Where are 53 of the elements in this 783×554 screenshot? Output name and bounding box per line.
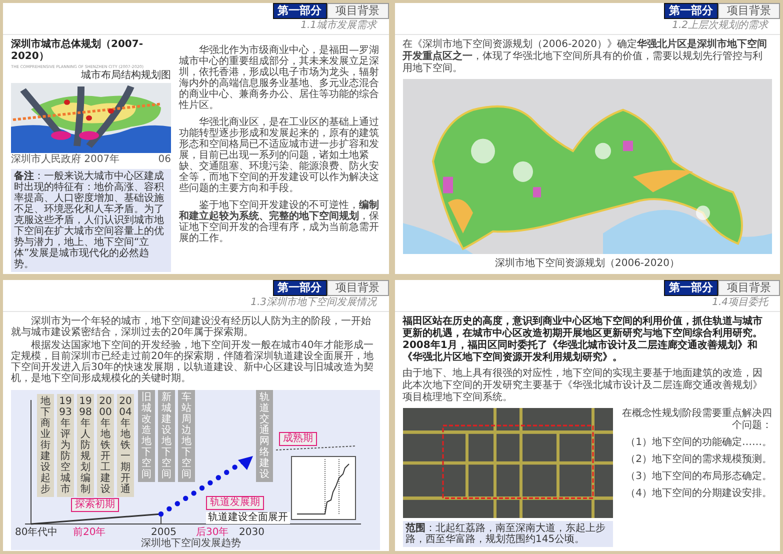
phase-label: 轨道交通网络建设	[256, 390, 273, 482]
paragraph: 福田区站在历史的高度，意识到商业中心区地下空间的利用价值，抓住轨道与城市更新的机遇，在城市中心区改造初期开展地区更新研究与地下空间综合利用研究。2008年1月，福田区同时委托了《华强北城市设计及二层连廊交通改善规划》和《华强北片区地下空间资源开发利用规划研究》。	[402, 316, 764, 364]
milestone-label: 2004年地铁一期开通	[117, 394, 134, 497]
axis-tick-label: 80年代中	[15, 527, 58, 538]
milestone-label: 地下商业街建设起步	[37, 394, 54, 497]
axis-tick-label: 2030	[239, 527, 264, 538]
axis-tick-label: 2005	[151, 527, 176, 538]
milestone-label: 1993年评为防空城市	[57, 394, 74, 497]
question-item: （3）地下空间的布局形态确定。	[626, 471, 772, 483]
section-title: 项目背景	[326, 3, 388, 19]
chart-caption: 深圳地下空间发展趋势	[141, 538, 241, 550]
section-title: 项目背景	[326, 280, 388, 296]
section-tag: 第一部分	[664, 3, 718, 19]
period-label: 前20年	[73, 527, 106, 538]
map-label: 城市布局结构规划图	[81, 70, 171, 82]
section-tag: 第一部分	[272, 3, 326, 19]
map-title: 深圳市城市总体规划（2007-2020）	[11, 39, 144, 63]
question-item: （4）地下空间的分期建设安排。	[626, 488, 772, 500]
phase-label: 旧城改造地下空间	[138, 390, 155, 482]
paragraph: 华强北作为市级商业中心，是福田—罗湖城市中心的重要组成部分，其未来发展立足深圳，依托香港，形成以电子市场为龙头，辐射海内外的高端信息服务业基地、多元业态混合的商业中心、兼商务办公、居住等功能的综合性片区。	[179, 45, 380, 111]
phase-label: 车站周边地下空间	[178, 390, 195, 482]
paragraph: 根据发达国家地下空间的开发经验，地下空间开发一般在城市40年才能形成一定规模，目前深圳市已经走过前20年的探索期，伴随着深圳轨道建设全面展开，地下空间开发进入后30年的快速发展期，以轨道建设、新中心区建设与旧城改造为契机，是地下空间形成规模化的关键时期。	[11, 340, 375, 384]
stage-label: 成熟期	[279, 432, 317, 446]
map-caption: 深圳市地下空间资源规划（2006-2020）	[494, 258, 680, 270]
milestone-label: 1998年人防规划编制	[77, 394, 94, 497]
page-number: 06	[158, 154, 171, 166]
section-tag: 第一部分	[664, 280, 718, 296]
section-tag: 第一部分	[272, 280, 326, 296]
paragraph: 华强北商业区，是在工业区的基础上通过功能转型逐步形成和发展起来的，原有的建筑形态和空间格局已不适应城市进一步扩容和发展，目前已出现一系列的问题，诸如土地紧缺、交通阻塞、环境污染、能源浪费、防火安全等，而地下空间的开发建设可以作为解决这些问题的主要方向和手段。	[179, 117, 380, 194]
paragraph: 深圳市为一个年轻的城市，地下空间建设没有经历以人防为主的阶段，一开始就与城市建设紧密结合，深圳过去的20年属于探索期。	[11, 316, 372, 338]
milestone-label: 2000年地铁开工建设	[97, 394, 114, 497]
questions-intro: 在概念性规划阶段需要重点解决四个问题：	[621, 408, 772, 432]
chart-note: 轨道建设全面展开	[206, 512, 290, 524]
scope-text: 范围：北起红荔路，南至深南大道，东起上步路，西至华富路，规划范围约145公顷。	[406, 523, 606, 545]
section-title: 项目背景	[718, 280, 780, 296]
map-source: 深圳市人民政府 2007年	[11, 154, 120, 166]
stage-label: 探索初期	[71, 498, 119, 512]
slide-subtitle: 1.3深圳市地下空间发展情况	[3, 296, 388, 312]
tick-mark	[160, 514, 162, 524]
period-label: 后30年	[196, 527, 229, 538]
question-item: （2）地下空间的需求规模预测。	[626, 454, 772, 466]
question-item: （1）地下空间的功能确定……。	[626, 437, 772, 449]
intro-paragraph: 在《深圳市地下空间资源规划（2006-2020）》确定华强北片区是深圳市地下空间开发重点区之一，体现了华强北地下空间所具有的价值，需要以规划先行管控与利用地下空间。	[402, 39, 768, 75]
slide-subtitle: 1.2上层次规划的需求	[394, 19, 780, 35]
slide-subtitle: 1.4项目委托	[394, 296, 780, 312]
paragraph: 由于地下、地上具有很强的对应性，地下空间的实现主要基于地面建筑的改造，因此本次地下空间的开发研究主要基于《华强北城市设计及二层连廊交通改善规划》项目梳理地下空间系统。	[402, 368, 764, 404]
note-text: 备注：一般来说大城市中心区建成时出现的特征有：地价高涨、容积率提高、人口密度增加、基础设施不足、环境恶化和人车矛盾。为了克服这些矛盾，人们认识到城市地下空间在扩大城市空间容量上的优势与潜力，地上、地下空间“立体”发展是城市现代化的必然趋势。	[14, 171, 165, 270]
slide-subtitle: 1.1城市发展需求	[3, 19, 388, 35]
stage-label: 轨道发展期	[206, 496, 264, 510]
paragraph: 鉴于地下空间开发建设的不可逆性，编制和建立起较为系统、完整的地下空间规划，保证地下空间开发的合理有序，成为当前急需开展的工作。	[179, 200, 380, 244]
section-title: 项目背景	[718, 3, 780, 19]
inset-line-chart-drawing	[291, 456, 356, 520]
phase-label: 新城建设地下空间	[158, 390, 175, 482]
